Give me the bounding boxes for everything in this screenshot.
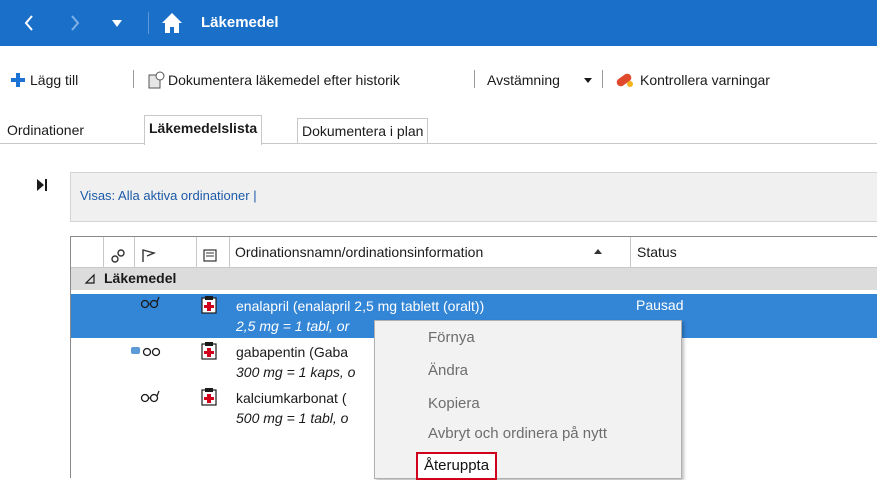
filter-link[interactable]: Visas: Alla aktiva ordinationer | — [80, 188, 257, 203]
menu-item-fornya[interactable]: Förnya — [428, 329, 475, 346]
add-icon[interactable] — [10, 70, 26, 93]
check-warnings-button[interactable]: Kontrollera varningar — [640, 70, 770, 90]
medication-icon — [199, 295, 219, 318]
tab-strip-line — [0, 143, 877, 144]
medication-name: kalciumkarbonat ( — [236, 390, 347, 406]
column-status-label: Status — [637, 244, 677, 260]
caret-down-icon[interactable] — [110, 0, 124, 63]
document-history-icon[interactable] — [146, 70, 166, 93]
title-separator — [148, 12, 149, 34]
group-row[interactable] — [71, 268, 877, 290]
medication-info: 2,5 mg = 1 tabl, or — [236, 318, 350, 334]
glasses-icon — [140, 294, 160, 313]
chevron-right-icon[interactable] — [68, 0, 82, 63]
pill-warning-icon[interactable] — [614, 70, 636, 93]
status-value: Pausad — [636, 297, 684, 313]
chevron-left-icon[interactable] — [22, 0, 36, 63]
toolbar-separator — [133, 70, 134, 88]
home-icon[interactable] — [160, 0, 184, 63]
column-status-header[interactable]: Status — [630, 237, 877, 267]
column-note-header[interactable] — [196, 237, 229, 267]
pending-glasses-icon — [130, 342, 162, 361]
glasses-icon — [140, 388, 160, 407]
medication-name: gabapentin (Gaba — [236, 344, 349, 360]
toolbar-separator — [474, 70, 475, 88]
medication-icon — [199, 387, 219, 410]
menu-item-andra[interactable]: Ändra — [428, 362, 468, 379]
column-name-header[interactable]: Ordinationsnamn/ordinationsinformation — [229, 237, 635, 267]
page-title: Läkemedel — [201, 14, 279, 31]
medication-info: 300 mg = 1 kaps, o — [236, 364, 356, 380]
menu-item-ateruppta[interactable]: Återuppta — [416, 452, 498, 480]
tab-lakemedelslista[interactable]: Läkemedelslista — [144, 115, 263, 145]
expand-panel-icon[interactable] — [36, 178, 48, 195]
menu-item-avbryt-ordinera[interactable]: Avbryt och ordinera på nytt — [428, 425, 607, 442]
medication-info: 500 mg = 1 tabl, o — [236, 410, 349, 426]
column-link-header[interactable] — [103, 237, 134, 267]
menu-item-kopiera[interactable]: Kopiera — [428, 395, 480, 412]
title-bar — [0, 0, 877, 46]
column-name-label: Ordinationsnamn/ordinationsinformation — [235, 244, 484, 260]
tab-ordinationer[interactable]: Ordinationer — [3, 118, 88, 142]
toolbar-separator — [602, 70, 603, 88]
medication-icon — [199, 341, 219, 364]
add-button[interactable]: Lägg till — [30, 70, 78, 90]
caret-down-icon[interactable] — [583, 70, 593, 93]
medication-name: enalapril (enalapril 2,5 mg tablett (ora… — [236, 298, 485, 314]
collapse-icon[interactable] — [84, 270, 96, 291]
group-label: Läkemedel — [104, 270, 177, 286]
column-flag-header[interactable] — [134, 237, 165, 267]
document-history-button[interactable]: Dokumentera läkemedel efter historik — [168, 70, 400, 90]
tab-dokumentera-i-plan[interactable]: Dokumentera i plan — [297, 118, 429, 144]
reconcile-button[interactable]: Avstämning — [487, 70, 560, 90]
